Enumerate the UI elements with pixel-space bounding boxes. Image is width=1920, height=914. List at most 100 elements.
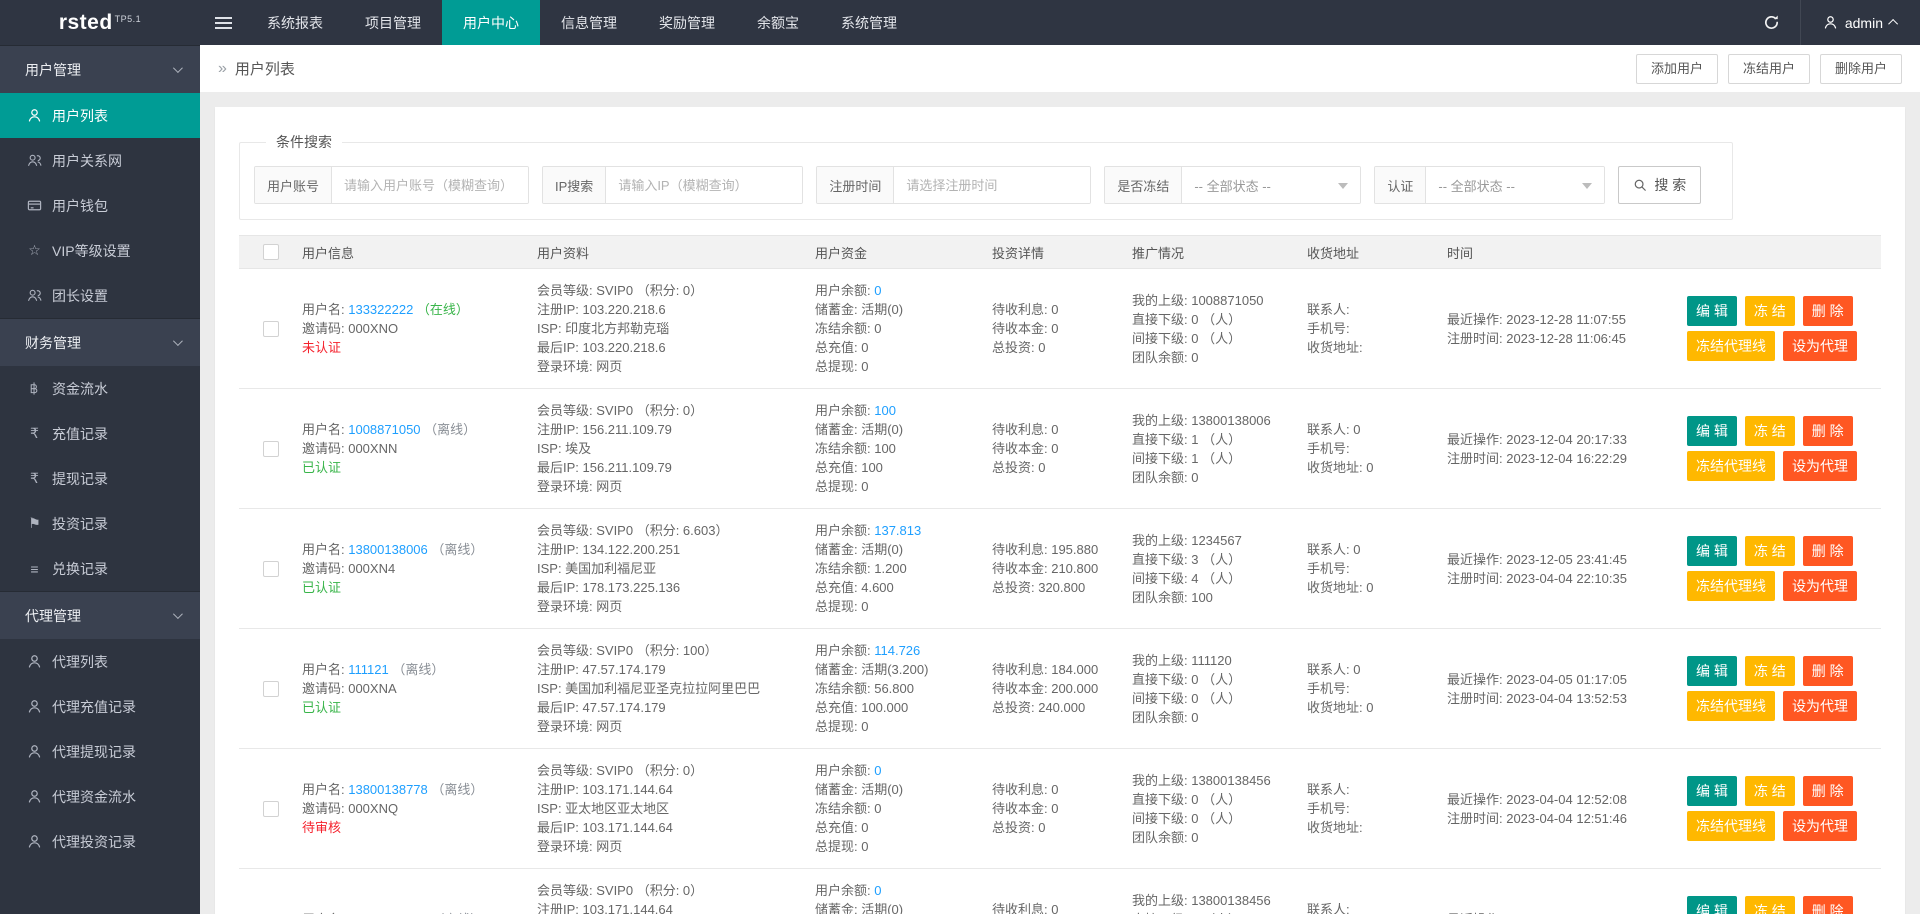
account-input[interactable] xyxy=(332,167,529,203)
sidebar-item-1-4[interactable]: ≡ 兑换记录 xyxy=(0,546,200,591)
edit-button[interactable]: 编 辑 xyxy=(1687,296,1737,326)
username-link[interactable]: 111121 xyxy=(348,662,389,677)
row-checkbox[interactable] xyxy=(262,320,279,337)
row-checkbox-cell xyxy=(239,680,302,697)
row-checkbox[interactable] xyxy=(262,800,279,817)
sidebar-item-2-0[interactable]: 代理列表 xyxy=(0,639,200,684)
sidebar-item-2-3[interactable]: 代理资金流水 xyxy=(0,774,200,819)
sidebar-item-0-3[interactable]: ☆ VIP等级设置 xyxy=(0,228,200,273)
username-link[interactable]: 13800138006 xyxy=(348,542,428,557)
row-checkbox[interactable] xyxy=(262,560,279,577)
nav-item-1[interactable]: 项目管理 xyxy=(344,0,442,45)
header-checkbox-cell xyxy=(239,244,302,260)
auth-state-select[interactable]: -- 全部状态 -- xyxy=(1426,167,1605,203)
nav-item-5[interactable]: 余额宝 xyxy=(736,0,820,45)
edit-button[interactable]: 编 辑 xyxy=(1687,776,1737,806)
edit-button[interactable]: 编 辑 xyxy=(1687,536,1737,566)
sidebar-item-1-1[interactable]: ₹ 充值记录 xyxy=(0,411,200,456)
username-link[interactable]: 1008871050 xyxy=(348,422,420,437)
sidebar-item-0-1[interactable]: 用户关系网 xyxy=(0,138,200,183)
freeze-user-button[interactable]: 冻结用户 xyxy=(1727,53,1810,84)
nav-item-4[interactable]: 奖励管理 xyxy=(638,0,736,45)
sidebar-section-title-2[interactable]: 代理管理 xyxy=(0,591,200,639)
sidebar-section-title-0[interactable]: 用户管理 xyxy=(0,45,200,93)
balance-link[interactable]: 100 xyxy=(874,403,896,418)
select-all-checkbox[interactable] xyxy=(262,244,279,260)
register-ip: 注册IP: 103.171.144.64 xyxy=(537,782,673,797)
add-user-button[interactable]: 添加用户 xyxy=(1635,53,1718,84)
sidebar-item-0-4[interactable]: 团长设置 xyxy=(0,273,200,318)
balance-link[interactable]: 0 xyxy=(874,763,881,778)
balance-link[interactable]: 0 xyxy=(874,283,881,298)
text-line: 总投资: 240.000 xyxy=(992,698,1132,717)
sidebar-item-1-3[interactable]: ⚑ 投资记录 xyxy=(0,501,200,546)
set-agent-button[interactable]: 设为代理 xyxy=(1783,331,1857,361)
search-button[interactable]: 搜 索 xyxy=(1618,166,1702,204)
text-line: 我的上级: 111120 xyxy=(1132,651,1307,670)
delete-button[interactable]: 删 除 xyxy=(1802,416,1853,446)
reg-time-input[interactable] xyxy=(894,167,1091,203)
content-area: 条件搜索 用户账号 IP搜索 注册时间 是否冻结 -- 全部状态 -- 认证 -- 全部状态… xyxy=(200,92,1920,914)
delete-button[interactable]: 删 除 xyxy=(1802,536,1853,566)
set-agent-button[interactable]: 设为代理 xyxy=(1783,691,1857,721)
frozen-state-select[interactable]: -- 全部状态 -- xyxy=(1182,167,1361,203)
sidebar-item-2-4[interactable]: 代理投资记录 xyxy=(0,819,200,864)
delete-user-button[interactable]: 删除用户 xyxy=(1819,53,1902,84)
freeze-agent-line-button[interactable]: 冻结代理线 xyxy=(1687,811,1775,841)
sidebar-section-title-1[interactable]: 财务管理 xyxy=(0,318,200,366)
user-menu[interactable]: admin xyxy=(1801,0,1920,45)
delete-button[interactable]: 删 除 xyxy=(1802,896,1853,914)
freeze-agent-line-button[interactable]: 冻结代理线 xyxy=(1687,571,1775,601)
freeze-button[interactable]: 冻 结 xyxy=(1744,536,1795,566)
sidebar-item-1-2[interactable]: ₹ 提现记录 xyxy=(0,456,200,501)
refresh-icon[interactable] xyxy=(1744,0,1800,45)
delete-button[interactable]: 删 除 xyxy=(1802,776,1853,806)
freeze-button[interactable]: 冻 结 xyxy=(1744,656,1795,686)
freeze-agent-line-button[interactable]: 冻结代理线 xyxy=(1687,331,1775,361)
ip-input[interactable] xyxy=(606,167,803,203)
nav-item-6[interactable]: 系统管理 xyxy=(820,0,918,45)
edit-button[interactable]: 编 辑 xyxy=(1687,896,1737,914)
user-icon xyxy=(26,834,43,849)
nav-item-0[interactable]: 系统报表 xyxy=(246,0,344,45)
set-agent-button[interactable]: 设为代理 xyxy=(1783,571,1857,601)
row-checkbox[interactable] xyxy=(262,440,279,457)
nav-item-3[interactable]: 信息管理 xyxy=(540,0,638,45)
account-field-group: 用户账号 xyxy=(254,166,530,204)
freeze-button[interactable]: 冻 结 xyxy=(1744,416,1795,446)
sidebar-item-2-2[interactable]: 代理提现记录 xyxy=(0,729,200,774)
sidebar-item-0-0[interactable]: 用户列表 xyxy=(0,93,200,138)
sidebar-item-label: 用户关系网 xyxy=(52,152,122,169)
username-link[interactable]: 133322222 xyxy=(348,302,413,317)
hamburger-icon[interactable] xyxy=(200,0,246,45)
contact-phone: 手机号: xyxy=(1307,681,1350,696)
freeze-button[interactable]: 冻 结 xyxy=(1744,296,1795,326)
sidebar-item-1-0[interactable]: 资金流水 xyxy=(0,366,200,411)
edit-button[interactable]: 编 辑 xyxy=(1687,416,1737,446)
text-line: 收货地址: xyxy=(1307,818,1447,837)
freeze-agent-line-button[interactable]: 冻结代理线 xyxy=(1687,451,1775,481)
delete-button[interactable]: 删 除 xyxy=(1802,656,1853,686)
user-profile-cell: 会员等级: SVIP0 （积分: 0） 注册IP: 156.211.109.79 I… xyxy=(537,401,815,496)
chevron-down-icon xyxy=(172,336,183,347)
set-agent-button[interactable]: 设为代理 xyxy=(1783,811,1857,841)
online-status: （离线） xyxy=(388,662,445,677)
promotion-cell: 我的上级: 13800138006 直接下级: 1 （人） 间接下级: 1 （人） 团… xyxy=(1132,411,1307,487)
text-line: 我的上级: 13800138006 xyxy=(1132,411,1307,430)
freeze-agent-line-button[interactable]: 冻结代理线 xyxy=(1687,691,1775,721)
text-line: 冻结余额: 1.200 xyxy=(815,559,992,578)
set-agent-button[interactable]: 设为代理 xyxy=(1783,451,1857,481)
freeze-button[interactable]: 冻 结 xyxy=(1744,776,1795,806)
edit-button[interactable]: 编 辑 xyxy=(1687,656,1737,686)
balance-link[interactable]: 114.726 xyxy=(874,643,920,658)
freeze-button[interactable]: 冻 结 xyxy=(1744,896,1795,914)
username-link[interactable]: 13800138778 xyxy=(348,782,428,797)
nav-item-2[interactable]: 用户中心 xyxy=(442,0,540,45)
balance-link[interactable]: 0 xyxy=(874,883,881,898)
sidebar-item-0-2[interactable]: 用户钱包 xyxy=(0,183,200,228)
action-buttons-row1: 编 辑冻 结删 除 xyxy=(1687,296,1873,326)
balance-link[interactable]: 137.813 xyxy=(874,523,921,538)
sidebar-item-2-1[interactable]: 代理充值记录 xyxy=(0,684,200,729)
row-checkbox[interactable] xyxy=(262,680,279,697)
delete-button[interactable]: 删 除 xyxy=(1802,296,1853,326)
